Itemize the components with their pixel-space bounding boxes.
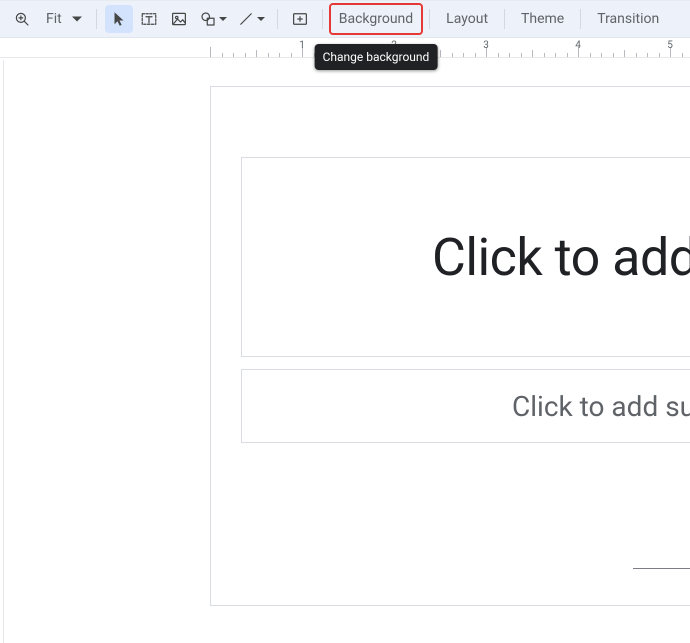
toolbar: Fit xyxy=(0,0,690,38)
theme-button-label: Theme xyxy=(521,11,564,27)
zoom-value-label: Fit xyxy=(42,11,66,27)
title-placeholder[interactable]: Click to add title xyxy=(241,157,690,357)
subtitle-placeholder[interactable]: Click to add subtitle xyxy=(241,369,690,443)
slide[interactable]: Click to add title Click to add subtitle xyxy=(210,86,690,606)
tooltip: Change background xyxy=(315,44,438,70)
toolbar-divider xyxy=(277,9,278,29)
caret-down-icon xyxy=(70,14,84,24)
line-tool-button[interactable] xyxy=(233,5,269,33)
cursor-icon xyxy=(110,10,128,28)
toolbar-divider xyxy=(580,9,581,29)
caret-down-icon xyxy=(219,15,227,23)
title-placeholder-text: Click to add title xyxy=(242,227,690,288)
layout-button-label: Layout xyxy=(446,11,488,27)
zoom-select[interactable]: Fit xyxy=(38,5,88,33)
ruler-label: 3 xyxy=(483,40,489,51)
textbox-tool-button[interactable] xyxy=(135,5,163,33)
ruler-label: 5 xyxy=(667,40,673,51)
theme-button[interactable]: Theme xyxy=(513,5,572,33)
zoom-in-icon xyxy=(13,10,31,28)
zoom-in-button[interactable] xyxy=(8,5,36,33)
slide-canvas-area: Click to add title Click to add subtitle xyxy=(0,60,690,643)
new-slide-icon xyxy=(291,10,309,28)
transition-button-label: Transition xyxy=(597,11,659,27)
shape-tool-button[interactable] xyxy=(195,5,231,33)
shape-icon xyxy=(199,10,217,28)
toolbar-divider xyxy=(429,9,430,29)
background-button[interactable]: Background Change background xyxy=(331,5,421,33)
toolbar-divider xyxy=(322,9,323,29)
textbox-icon xyxy=(140,10,158,28)
background-button-label: Background xyxy=(339,11,413,27)
toolbar-divider xyxy=(96,9,97,29)
insert-image-button[interactable] xyxy=(165,5,193,33)
page-number-guide xyxy=(633,568,690,569)
line-icon xyxy=(237,10,255,28)
image-icon xyxy=(170,10,188,28)
select-tool-button[interactable] xyxy=(105,5,133,33)
new-slide-button[interactable] xyxy=(286,5,314,33)
caret-down-icon xyxy=(257,15,265,23)
vertical-ruler-edge xyxy=(0,60,4,643)
subtitle-placeholder-text: Click to add subtitle xyxy=(242,390,690,423)
toolbar-divider xyxy=(504,9,505,29)
transition-button[interactable]: Transition xyxy=(589,5,667,33)
ruler-label: 4 xyxy=(575,40,581,51)
ruler-label: 1 xyxy=(299,40,305,51)
layout-button[interactable]: Layout xyxy=(438,5,496,33)
